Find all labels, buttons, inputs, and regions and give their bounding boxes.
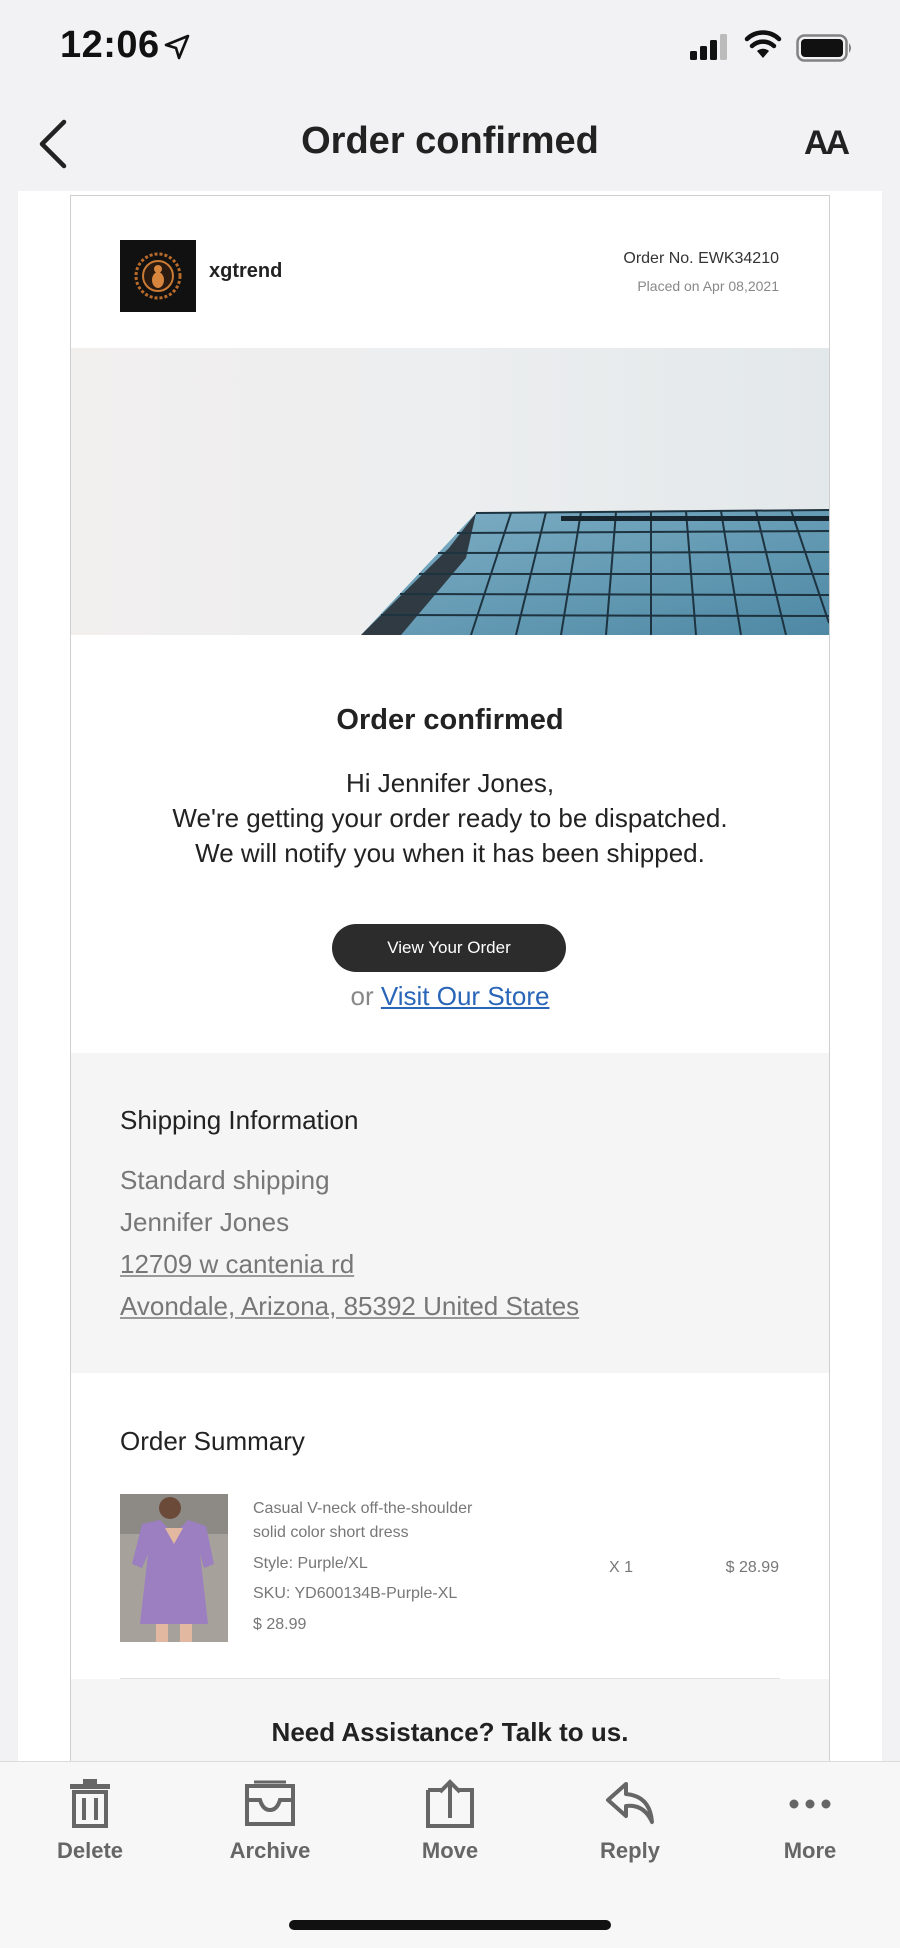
brand-name: xgtrend: [209, 260, 283, 282]
wifi-icon: [744, 30, 782, 58]
visit-store-link[interactable]: Visit Our Store: [381, 981, 550, 1011]
shipping-section: Shipping Information Standard shipping J…: [71, 1053, 829, 1373]
product-style: Style: Purple/XL: [253, 1555, 368, 1572]
message-line: We will notify you when it has been ship…: [195, 838, 705, 868]
status-time: 12:06: [60, 24, 160, 66]
order-date: Placed on Apr 08,2021: [637, 278, 779, 294]
message-line: We're getting your order ready to be dis…: [172, 803, 728, 833]
reply-button[interactable]: Reply: [560, 1778, 700, 1864]
product-image[interactable]: [120, 1494, 228, 1642]
shipping-city[interactable]: Avondale, Arizona, 85392 United States: [120, 1291, 579, 1322]
page-title: Order confirmed: [301, 120, 599, 162]
archive-button[interactable]: Archive: [200, 1778, 340, 1864]
brand-emblem-icon: [134, 252, 182, 300]
trash-icon: [70, 1779, 110, 1828]
archive-tray-icon: [245, 1780, 295, 1826]
shipping-title: Shipping Information: [120, 1105, 359, 1135]
archive-label: Archive: [229, 1838, 311, 1863]
view-order-button[interactable]: View Your Order: [332, 924, 566, 972]
product-name[interactable]: Casual V-neck off-the-shoulder solid col…: [253, 1497, 472, 1545]
reply-label: Reply: [600, 1838, 660, 1863]
order-number: Order No. EWK34210: [623, 250, 779, 267]
product-name-line: Casual V-neck off-the-shoulder: [253, 1500, 473, 1517]
confirmation-heading: Order confirmed: [336, 704, 564, 736]
reply-arrow-icon: [606, 1782, 654, 1824]
assistance-heading: Need Assistance? Talk to us.: [271, 1717, 629, 1747]
more-dots-icon: [789, 1799, 831, 1809]
delete-button[interactable]: Delete: [20, 1778, 160, 1864]
shipping-name: Jennifer Jones: [120, 1207, 290, 1237]
confirmation-message: Hi Jennifer Jones, We're getting your or…: [71, 766, 829, 871]
product-name-line: solid color short dress: [253, 1524, 409, 1541]
more-label: More: [783, 1838, 837, 1863]
home-indicator[interactable]: [289, 1920, 611, 1930]
location-arrow-icon: [164, 34, 190, 60]
more-button[interactable]: More: [740, 1778, 880, 1864]
assistance-section: Need Assistance? Talk to us.: [71, 1679, 829, 1761]
product-sku: SKU: YD600134B-Purple-XL: [253, 1585, 458, 1602]
shipping-method: Standard shipping: [120, 1165, 330, 1195]
product-unit-price: $ 28.99: [253, 1616, 307, 1633]
delete-label: Delete: [56, 1838, 124, 1863]
move-folder-icon: [426, 1779, 474, 1828]
move-button[interactable]: Move: [380, 1778, 520, 1864]
nav-bar: Order confirmed AA: [0, 100, 900, 190]
battery-icon: [796, 34, 851, 62]
email-body[interactable]: xgtrend Order No. EWK34210 Placed on Apr…: [18, 191, 882, 1761]
or-text: or: [350, 981, 374, 1011]
hero-image: [71, 348, 829, 635]
email-card: xgtrend Order No. EWK34210 Placed on Apr…: [70, 195, 830, 1761]
brand-logo[interactable]: [120, 240, 196, 312]
text-size-button[interactable]: AA: [804, 124, 850, 163]
store-link-line: or Visit Our Store: [71, 981, 829, 1012]
product-quantity: X 1: [609, 1559, 634, 1576]
greeting: Hi Jennifer Jones,: [345, 768, 555, 798]
summary-title: Order Summary: [120, 1426, 305, 1456]
move-label: Move: [421, 1838, 479, 1863]
cellular-signal-icon: [690, 34, 727, 60]
product-total: $ 28.99: [725, 1559, 779, 1576]
shipping-street[interactable]: 12709 w cantenia rd: [120, 1249, 354, 1280]
status-bar: 12:06: [0, 0, 900, 96]
